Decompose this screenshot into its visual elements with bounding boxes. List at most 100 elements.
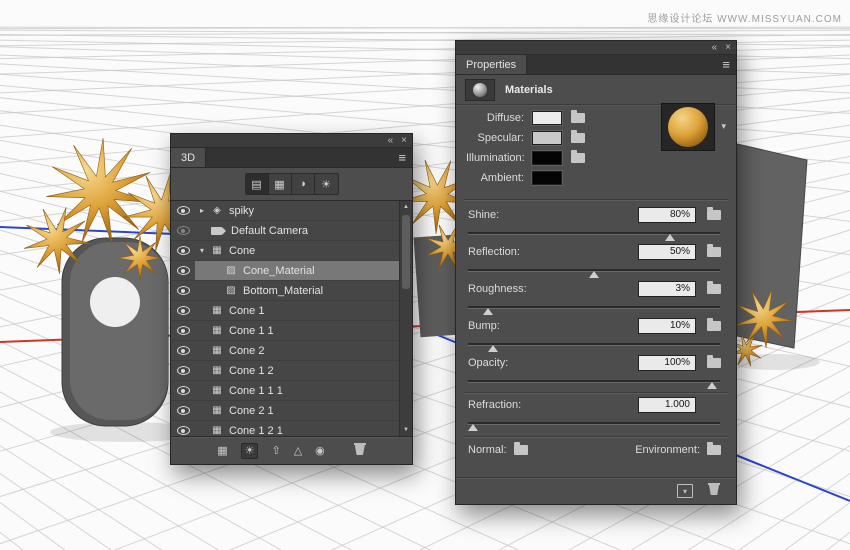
- visibility-eye-icon[interactable]: [176, 366, 190, 375]
- visibility-eye-icon[interactable]: [176, 326, 190, 335]
- slider-thumb[interactable]: [589, 271, 599, 278]
- 3d-panel-titlebar[interactable]: « ×: [171, 134, 412, 148]
- visibility-eye-icon[interactable]: [176, 426, 190, 435]
- layer-row-cone-2[interactable]: ▦ Cone 2: [171, 341, 412, 361]
- layer-row-cone-material[interactable]: ▨ Cone_Material: [171, 261, 412, 281]
- bump-texture-folder-icon[interactable]: [707, 318, 721, 331]
- panel-menu-icon[interactable]: ≡: [398, 150, 406, 166]
- layer-row-main[interactable]: ▨ Bottom_Material: [195, 281, 399, 300]
- layer-row-cone-1-2[interactable]: ▦ Cone 1 2: [171, 361, 412, 381]
- filter-materials-button[interactable]: ◑: [292, 174, 315, 194]
- layer-row-main[interactable]: ▦ Cone 1 1: [195, 321, 399, 340]
- delete-icon[interactable]: [353, 442, 366, 459]
- visibility-eye-icon[interactable]: [176, 206, 190, 215]
- visibility-eye-icon[interactable]: [176, 346, 190, 355]
- tab-3d[interactable]: 3D: [171, 148, 207, 167]
- shine-slider[interactable]: [468, 228, 720, 242]
- scrollbar[interactable]: ▲ ▼: [399, 201, 412, 436]
- visibility-eye-icon[interactable]: [176, 226, 190, 235]
- visibility-eye-icon[interactable]: [176, 266, 190, 275]
- slider-thumb[interactable]: [488, 345, 499, 352]
- diffuse-texture-folder-icon[interactable]: [571, 110, 585, 123]
- layer-row-main[interactable]: ▦ Cone 1 2: [195, 361, 399, 380]
- bump-slider[interactable]: [468, 339, 720, 353]
- filter-lights-button[interactable]: ☀: [315, 174, 338, 194]
- disclosure-closed-icon[interactable]: ▸: [195, 206, 209, 215]
- material-icon: ▨: [226, 265, 236, 276]
- shine-value-field[interactable]: 80%: [638, 207, 696, 223]
- refraction-value-field[interactable]: 1.000: [638, 397, 696, 413]
- illumination-texture-folder-icon[interactable]: [571, 150, 585, 163]
- scroll-up-icon[interactable]: ▲: [400, 204, 412, 210]
- layer-row-cone-2-1[interactable]: ▦ Cone 2 1: [171, 401, 412, 421]
- opacity-texture-folder-icon[interactable]: [707, 355, 721, 368]
- visibility-eye-icon[interactable]: [176, 246, 190, 255]
- material-picker-icon[interactable]: ▾: [677, 484, 693, 498]
- normal-texture-folder-icon[interactable]: [513, 442, 528, 455]
- tab-properties[interactable]: Properties: [456, 55, 528, 74]
- ambient-color-swatch[interactable]: [532, 171, 562, 185]
- reflection-slider[interactable]: [468, 265, 720, 279]
- material-preview-dropdown-icon[interactable]: ▾: [721, 121, 726, 132]
- filter-scene-button[interactable]: ▤: [245, 174, 269, 194]
- illumination-color-swatch[interactable]: [532, 151, 562, 165]
- layer-row-main[interactable]: ▦ Cone 2: [195, 341, 399, 360]
- visibility-eye-icon[interactable]: [176, 286, 190, 295]
- collapse-panel-icon[interactable]: «: [388, 134, 394, 147]
- layer-row-main[interactable]: ▸ ◈ spiky: [195, 201, 399, 220]
- slider-thumb[interactable]: [483, 308, 494, 315]
- properties-panel-titlebar[interactable]: « ×: [456, 41, 736, 55]
- spot-light-icon[interactable]: △: [294, 444, 302, 458]
- layer-row-main[interactable]: ▦ Cone 1 1 1: [195, 381, 399, 400]
- reflection-value-field[interactable]: 50%: [638, 244, 696, 260]
- shine-texture-folder-icon[interactable]: [707, 207, 721, 220]
- close-panel-icon[interactable]: ×: [401, 134, 407, 147]
- opacity-slider[interactable]: [468, 376, 720, 390]
- layer-row-bottom-material[interactable]: ▨ Bottom_Material: [171, 281, 412, 301]
- filter-meshes-button[interactable]: ▦: [269, 174, 292, 194]
- export-3d-icon[interactable]: ⇧: [271, 444, 280, 458]
- panel-menu-icon[interactable]: ≡: [722, 57, 730, 73]
- scroll-down-icon[interactable]: ▼: [400, 427, 412, 433]
- layer-row-cone-1-1-1[interactable]: ▦ Cone 1 1 1: [171, 381, 412, 401]
- roughness-texture-folder-icon[interactable]: [707, 281, 721, 294]
- layer-row-main[interactable]: Default Camera: [195, 221, 399, 240]
- roughness-slider[interactable]: [468, 302, 720, 316]
- slider-thumb[interactable]: [707, 382, 718, 389]
- layer-row-cone-1-2-1[interactable]: ▦ Cone 1 2 1: [171, 421, 412, 436]
- material-preview[interactable]: [661, 103, 715, 151]
- refraction-slider[interactable]: [468, 418, 720, 432]
- disclosure-open-icon[interactable]: ▾: [195, 246, 209, 255]
- specular-texture-folder-icon[interactable]: [571, 130, 585, 143]
- delete-material-icon[interactable]: [708, 482, 720, 500]
- visibility-eye-icon[interactable]: [176, 306, 190, 315]
- layer-row-main[interactable]: ▦ Cone 2 1: [195, 401, 399, 420]
- slider-thumb[interactable]: [664, 234, 675, 241]
- layer-row-main[interactable]: ▾ ▦ Cone: [195, 241, 399, 260]
- point-light-icon[interactable]: ◉: [315, 444, 325, 458]
- reflection-texture-folder-icon[interactable]: [707, 244, 721, 257]
- layer-row-default-camera[interactable]: Default Camera: [171, 221, 412, 241]
- slider-thumb[interactable]: [468, 424, 479, 431]
- new-mesh-icon[interactable]: ▦: [217, 444, 227, 458]
- environment-texture-folder-icon[interactable]: [707, 442, 721, 455]
- layer-row-cone[interactable]: ▾ ▦ Cone: [171, 241, 412, 261]
- light-bulb-icon[interactable]: ☀: [240, 442, 259, 459]
- bump-value-field[interactable]: 10%: [638, 318, 696, 334]
- layer-row-spiky[interactable]: ▸ ◈ spiky: [171, 201, 412, 221]
- close-panel-icon[interactable]: ×: [725, 41, 731, 54]
- diffuse-color-swatch[interactable]: [532, 111, 562, 125]
- collapse-panel-icon[interactable]: «: [712, 41, 718, 54]
- layer-row-cone-1-1[interactable]: ▦ Cone 1 1: [171, 321, 412, 341]
- layer-row-main[interactable]: ▦ Cone 1: [195, 301, 399, 320]
- scrollbar-thumb[interactable]: [402, 215, 410, 289]
- visibility-eye-icon[interactable]: [176, 406, 190, 415]
- layer-row-main-selected[interactable]: ▨ Cone_Material: [195, 261, 399, 280]
- opacity-value-field[interactable]: 100%: [638, 355, 696, 371]
- visibility-eye-icon[interactable]: [176, 386, 190, 395]
- specular-color-swatch[interactable]: [532, 131, 562, 145]
- roughness-value-field[interactable]: 3%: [638, 281, 696, 297]
- eye-cell: [171, 386, 195, 395]
- layer-row-cone-1[interactable]: ▦ Cone 1: [171, 301, 412, 321]
- layer-row-main[interactable]: ▦ Cone 1 2 1: [195, 421, 399, 437]
